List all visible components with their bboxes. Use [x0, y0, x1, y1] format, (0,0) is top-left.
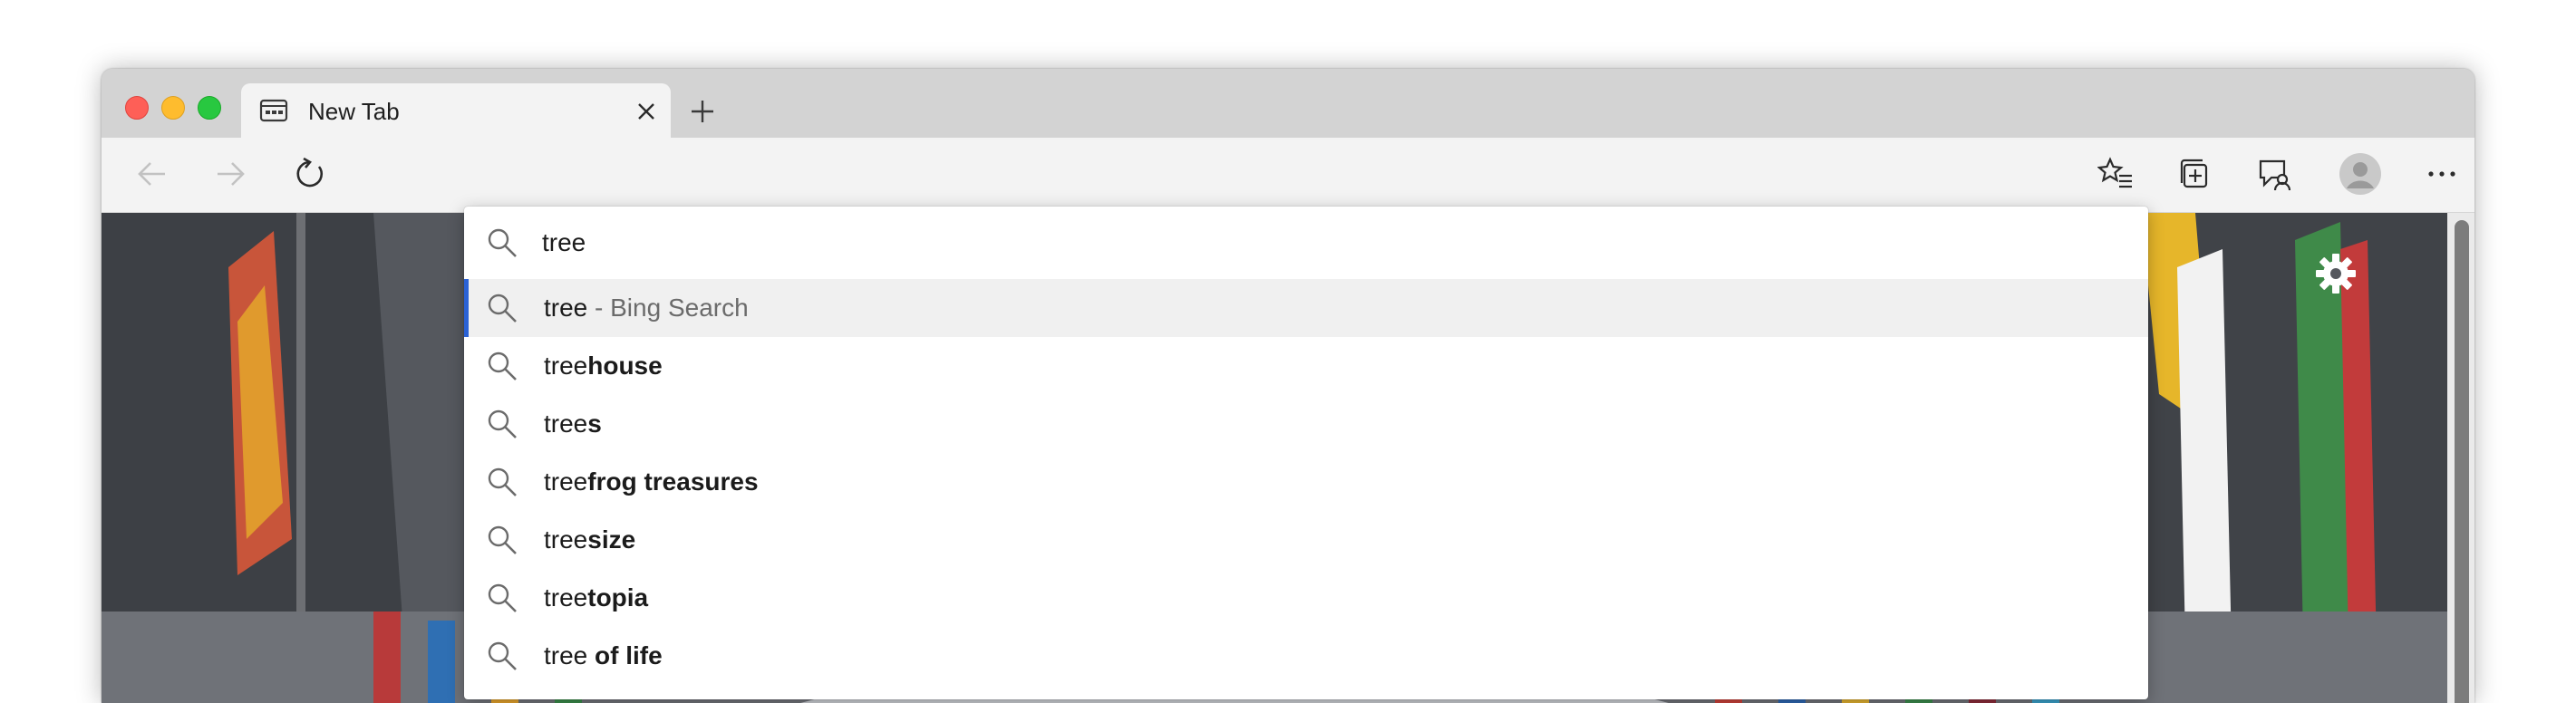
suggestion-completion: of life	[587, 641, 663, 669]
suggestion-text: treetopia	[544, 583, 648, 612]
tab-new-tab[interactable]: New Tab	[241, 83, 671, 138]
suggestion-item[interactable]: treesize	[464, 511, 2148, 569]
suggestion-typed: tree	[544, 352, 588, 380]
suggestion-item[interactable]: tree - Bing Search	[464, 279, 2148, 337]
back-arrow-icon[interactable]	[134, 156, 170, 192]
search-icon	[488, 409, 517, 438]
address-bar-dropdown: tree - Bing Search treehouse trees treef…	[464, 207, 2148, 699]
suggestion-typed: tree	[544, 583, 588, 612]
gear-icon[interactable]	[2313, 251, 2358, 296]
suggestion-text: treefrog treasures	[544, 467, 759, 496]
address-bar[interactable]	[464, 207, 2148, 279]
address-input[interactable]	[542, 223, 2083, 263]
suggestion-typed: tree	[544, 409, 588, 438]
suggestion-typed: tree	[544, 525, 588, 554]
suggestion-typed: tree	[544, 467, 588, 496]
suggestion-completion: house	[587, 352, 663, 380]
suggestion-typed: tree	[544, 641, 588, 669]
suggestion-item[interactable]: treehouse	[464, 337, 2148, 395]
search-icon	[488, 641, 517, 670]
suggestion-item[interactable]: treetopia	[464, 569, 2148, 627]
suggestion-text: treesize	[544, 525, 635, 554]
scrollbar-thumb[interactable]	[2455, 220, 2469, 703]
suggestion-item[interactable]: tree of life	[464, 627, 2148, 685]
search-icon	[488, 467, 517, 496]
scrollbar[interactable]	[2447, 213, 2474, 703]
suggestion-completion: s	[587, 409, 602, 438]
tab-title: New Tab	[308, 98, 400, 125]
suggestion-typed: tree	[544, 294, 588, 322]
newtab-page-icon	[259, 99, 288, 122]
suggestion-completion: size	[587, 525, 636, 554]
refresh-icon[interactable]	[292, 156, 328, 192]
search-icon	[488, 294, 517, 323]
favorites-icon[interactable]	[2097, 156, 2134, 192]
forward-arrow-icon[interactable]	[212, 156, 248, 192]
zoom-window-button[interactable]	[198, 96, 221, 120]
search-icon	[488, 525, 517, 554]
search-icon	[488, 228, 517, 257]
suggestion-item[interactable]: trees	[464, 395, 2148, 453]
suggestion-text: tree - Bing Search	[544, 294, 749, 323]
close-window-button[interactable]	[125, 96, 149, 120]
search-icon	[488, 583, 517, 612]
suggestion-suffix: - Bing Search	[595, 294, 749, 322]
collections-icon[interactable]	[2177, 156, 2213, 192]
new-tab-plus-icon[interactable]	[689, 98, 716, 125]
feedback-icon[interactable]	[2257, 156, 2293, 192]
suggestion-text: trees	[544, 409, 602, 438]
browser-toolbar	[102, 138, 2474, 213]
suggestion-item[interactable]: treefrog treasures	[464, 453, 2148, 511]
search-icon	[488, 352, 517, 380]
tab-strip: New Tab	[102, 69, 2474, 138]
suggestion-text: treehouse	[544, 352, 663, 380]
suggestion-completion: topia	[587, 583, 649, 612]
profile-avatar[interactable]	[2339, 152, 2382, 196]
minimize-window-button[interactable]	[161, 96, 185, 120]
more-menu-icon[interactable]	[2424, 156, 2460, 192]
suggestion-completion: frog treasures	[587, 467, 759, 496]
suggestion-text: tree of life	[544, 641, 663, 670]
close-tab-icon[interactable]	[634, 100, 658, 123]
browser-window: New Tab tree tree - Bing Search treehous…	[102, 69, 2474, 703]
